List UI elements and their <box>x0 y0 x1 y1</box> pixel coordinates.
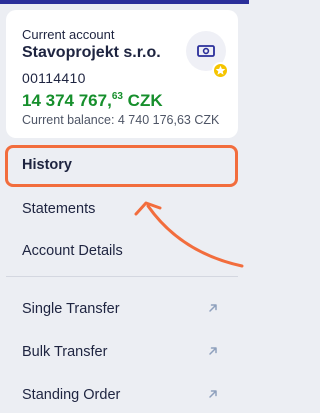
balance-whole: 14 374 767, <box>22 91 112 110</box>
menu-item-label: Bulk Transfer <box>22 344 108 360</box>
menu-item-bulk-transfer[interactable]: Bulk Transfer <box>6 332 238 372</box>
arrow-up-right-icon <box>209 347 217 355</box>
star-icon[interactable] <box>212 62 229 79</box>
account-card[interactable]: Current account Stavoprojekt s.r.o. 0011… <box>6 10 238 138</box>
balance-decimal: 63 <box>111 91 123 102</box>
current-balance: Current balance: 4 740 176,63 CZK <box>22 113 220 127</box>
menu-item-standing-order[interactable]: Standing Order <box>6 375 238 413</box>
menu-divider <box>6 276 238 277</box>
history-highlight-box <box>5 145 238 187</box>
menu-item-single-transfer[interactable]: Single Transfer <box>6 289 238 329</box>
menu-item-label: Account Details <box>22 243 123 259</box>
account-type-label: Current account <box>22 27 115 42</box>
arrow-up-right-icon <box>209 390 217 398</box>
menu-item-label: Standing Order <box>22 387 121 403</box>
balance-currency: CZK <box>127 91 163 110</box>
menu-item-label: Statements <box>22 201 96 217</box>
top-accent-bar <box>0 0 249 4</box>
menu-item-label: Single Transfer <box>22 301 120 317</box>
account-name: Stavoprojekt s.r.o. <box>22 44 161 61</box>
menu-item-account-details[interactable]: Account Details <box>6 231 238 271</box>
account-number: 00114410 <box>22 70 86 86</box>
arrow-up-right-icon <box>209 304 217 312</box>
menu-item-statements[interactable]: Statements <box>6 189 238 229</box>
available-balance: 14 374 767,63 CZK <box>22 91 163 111</box>
